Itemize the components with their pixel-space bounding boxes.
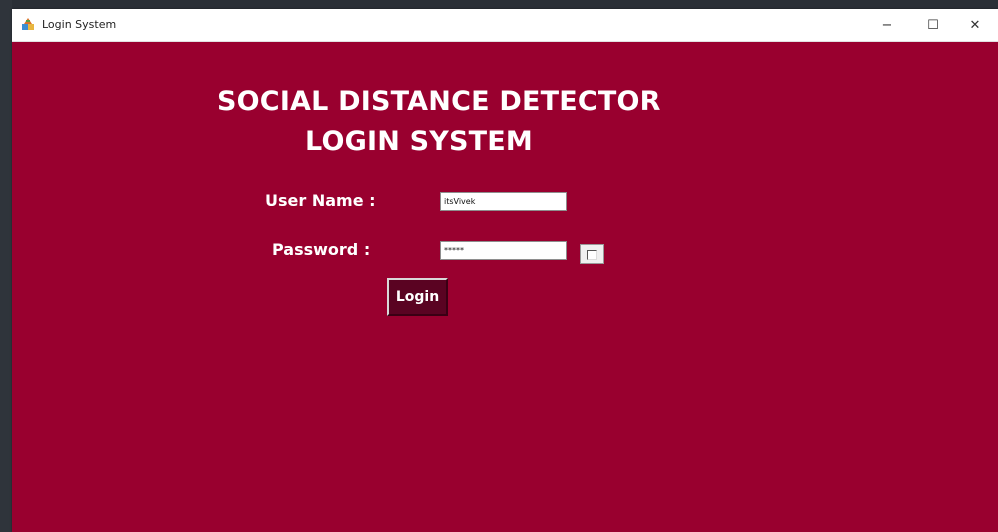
username-label: User Name : <box>265 191 376 210</box>
show-password-checkbox[interactable] <box>580 244 604 264</box>
checkbox-box-icon <box>587 250 597 260</box>
login-form-area: SOCIAL DISTANCE DETECTOR LOGIN SYSTEM Us… <box>12 42 998 532</box>
login-window: Login System − ☐ ✕ SOCIAL DISTANCE DETEC… <box>12 9 998 532</box>
minimize-icon[interactable]: − <box>864 9 910 41</box>
maximize-icon[interactable]: ☐ <box>910 9 956 41</box>
app-heading-line2: LOGIN SYSTEM <box>305 126 533 157</box>
username-input[interactable] <box>440 192 567 211</box>
app-heading-line1: SOCIAL DISTANCE DETECTOR <box>217 86 661 117</box>
window-title: Login System <box>42 18 117 31</box>
close-icon[interactable]: ✕ <box>952 9 998 41</box>
login-button[interactable]: Login <box>387 278 448 316</box>
title-bar: Login System − ☐ ✕ <box>12 9 998 42</box>
desktop-background <box>0 0 12 532</box>
password-input[interactable] <box>440 241 567 260</box>
app-icon <box>22 18 34 30</box>
password-label: Password : <box>272 240 371 259</box>
